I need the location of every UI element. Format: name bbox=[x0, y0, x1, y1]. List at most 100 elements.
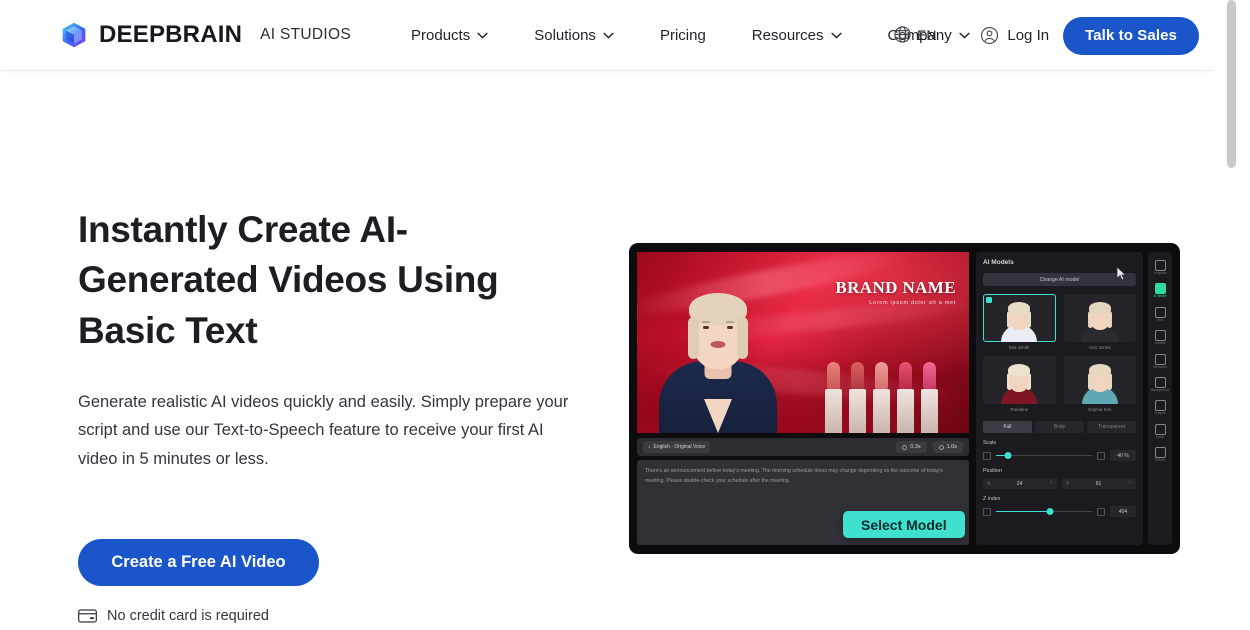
scrollbar-gutter bbox=[1213, 0, 1250, 630]
stepper-icon: ⌃ bbox=[1048, 480, 1053, 487]
model-name: Ann Jones bbox=[1088, 345, 1111, 350]
lipstick-prop bbox=[897, 362, 914, 433]
toolbar-item-subtitle[interactable]: Subtitle bbox=[1149, 327, 1171, 348]
model-name: Mia Smith bbox=[1009, 345, 1030, 350]
nav-item-solutions[interactable]: Solutions bbox=[534, 21, 614, 50]
model-card-0[interactable]: Mia Smith bbox=[983, 294, 1056, 350]
tab-transparent[interactable]: Transparent bbox=[1087, 421, 1136, 433]
position-x-field[interactable]: X 24 ⌃ bbox=[983, 478, 1057, 489]
model-view-tabs: Full Body Transparent bbox=[983, 421, 1136, 433]
z-index-value[interactable]: 404 bbox=[1110, 506, 1136, 517]
scale-value[interactable]: 40 % bbox=[1110, 450, 1136, 461]
scale-control: Scale 40 % bbox=[983, 440, 1136, 461]
scale-slider[interactable] bbox=[996, 452, 1092, 460]
tab-full[interactable]: Full bbox=[983, 421, 1032, 433]
shapes-icon bbox=[1154, 400, 1166, 412]
position-control: Position X 24 ⌃ Y 61 ⌃ bbox=[983, 468, 1136, 489]
voice-icon: ♪ bbox=[648, 444, 651, 450]
clock-icon bbox=[902, 444, 908, 450]
duration-label: 0.3s bbox=[910, 444, 921, 450]
z-index-control: Z index 404 bbox=[983, 496, 1136, 517]
toolbar-label: AI Model bbox=[1153, 294, 1167, 299]
voice-language-selector[interactable]: ♪ English - Original Voice bbox=[643, 441, 711, 453]
duration-badge: 0.3s bbox=[896, 441, 927, 453]
main-navigation: Products Solutions Pricing Resources Com… bbox=[411, 21, 970, 50]
login-button[interactable]: Log In bbox=[980, 26, 1049, 45]
site-header: DEEPBRAIN AI STUDIOS Products Solutions … bbox=[0, 0, 1213, 71]
toolbar-label: Shapes bbox=[1154, 411, 1166, 416]
toolbar-item-text[interactable]: Text bbox=[1149, 304, 1171, 325]
nav-label: Solutions bbox=[534, 26, 596, 44]
scrollbar-thumb[interactable] bbox=[1227, 0, 1236, 168]
brand-subtitle: AI STUDIOS bbox=[260, 26, 352, 44]
create-free-ai-video-button[interactable]: Create a Free AI Video bbox=[78, 539, 319, 587]
tab-body[interactable]: Body bbox=[1035, 421, 1084, 433]
video-canvas[interactable]: BRAND NAME Lorem ipsum dolor sit a met bbox=[637, 252, 969, 433]
brand-name: DEEPBRAIN bbox=[99, 21, 243, 48]
toolbar-item-my-asset[interactable]: My Asset bbox=[1149, 351, 1171, 372]
toolbar-item-effects[interactable]: Effects bbox=[1149, 444, 1171, 465]
position-y-field[interactable]: Y 61 ⌃ bbox=[1062, 478, 1136, 489]
toolbar-item-shapes[interactable]: Shapes bbox=[1149, 397, 1171, 418]
language-selector[interactable]: EN bbox=[893, 25, 936, 44]
toolbar-item-ai-model[interactable]: AI Model bbox=[1149, 280, 1171, 301]
my-asset-icon bbox=[1154, 353, 1166, 365]
nav-label: Resources bbox=[751, 26, 824, 44]
model-grid: Mia Smith Ann Jones Rosaline Sophia Kim bbox=[983, 294, 1136, 412]
brand-logo[interactable]: DEEPBRAIN AI STUDIOS bbox=[60, 21, 351, 49]
toolbar-label: My Asset bbox=[1153, 364, 1167, 369]
lipstick-prop bbox=[825, 362, 842, 433]
duration-label: 1.0s bbox=[946, 444, 957, 450]
nav-item-products[interactable]: Products bbox=[411, 21, 488, 50]
toolbar-label: Text bbox=[1156, 317, 1164, 322]
model-card-2[interactable]: Rosaline bbox=[983, 356, 1056, 412]
text-icon bbox=[1154, 306, 1166, 318]
position-label: Position bbox=[983, 468, 1002, 474]
toolbar-label: Background bbox=[1150, 388, 1170, 393]
nav-label: Pricing bbox=[659, 26, 706, 44]
position-y-axis-label: Y bbox=[1066, 480, 1070, 487]
model-card-1[interactable]: Ann Jones bbox=[1063, 294, 1136, 350]
page-title: Instantly Create AI-Generated Videos Usi… bbox=[78, 209, 499, 351]
hero-content: Instantly Create AI-Generated Videos Usi… bbox=[78, 205, 608, 624]
model-name: Rosaline bbox=[1010, 407, 1029, 412]
subtitle-icon bbox=[1154, 330, 1166, 342]
toolbar-label: Template bbox=[1153, 271, 1167, 275]
nav-item-resources[interactable]: Resources bbox=[752, 21, 842, 50]
toolbar-label: Audio bbox=[1155, 434, 1165, 439]
toolbar-label: Subtitle bbox=[1154, 341, 1166, 346]
z-index-slider[interactable] bbox=[996, 508, 1092, 516]
no-credit-card-label: No credit card is required bbox=[107, 608, 269, 625]
select-model-button[interactable]: Select Model bbox=[843, 511, 965, 538]
template-icon bbox=[1154, 260, 1166, 271]
chevron-down-icon bbox=[477, 32, 488, 38]
ai-model-icon bbox=[1154, 283, 1166, 295]
scale-large-icon bbox=[1097, 451, 1105, 460]
position-x-axis-label: X bbox=[987, 480, 991, 487]
model-name: Sophia Kim bbox=[1088, 407, 1112, 412]
toolbar-item-background[interactable]: Background bbox=[1149, 374, 1171, 395]
position-x-value: 24 bbox=[1016, 480, 1023, 487]
canvas-brand-tagline: Lorem ipsum dolor sit a met bbox=[869, 300, 956, 306]
scale-label: Scale bbox=[983, 440, 997, 446]
ai-presenter-avatar bbox=[659, 273, 777, 433]
toolbar-item-audio[interactable]: Audio bbox=[1149, 421, 1171, 442]
chevron-down-icon bbox=[603, 32, 614, 38]
audio-icon bbox=[1154, 423, 1166, 435]
panel-title: AI Models bbox=[983, 259, 1014, 266]
header-actions: Log In Talk to Sales bbox=[980, 0, 1199, 71]
nav-item-pricing[interactable]: Pricing bbox=[660, 21, 706, 50]
talk-to-sales-button[interactable]: Talk to Sales bbox=[1063, 16, 1199, 55]
credit-card-icon bbox=[78, 609, 97, 623]
selected-check-icon bbox=[986, 297, 992, 303]
editor-stage-column: BRAND NAME Lorem ipsum dolor sit a met ♪… bbox=[637, 252, 969, 545]
position-y-value: 61 bbox=[1095, 480, 1102, 487]
model-card-3[interactable]: Sophia Kim bbox=[1063, 356, 1136, 412]
z-front-icon bbox=[1097, 507, 1105, 516]
change-ai-model-button[interactable]: Change AI model bbox=[983, 273, 1136, 286]
nav-label: Products bbox=[411, 26, 471, 44]
voice-language-label: English - Original Voice bbox=[653, 444, 706, 450]
toolbar-item-template[interactable]: Template bbox=[1149, 257, 1171, 278]
scale-small-icon bbox=[983, 451, 991, 460]
z-back-icon bbox=[983, 507, 991, 516]
